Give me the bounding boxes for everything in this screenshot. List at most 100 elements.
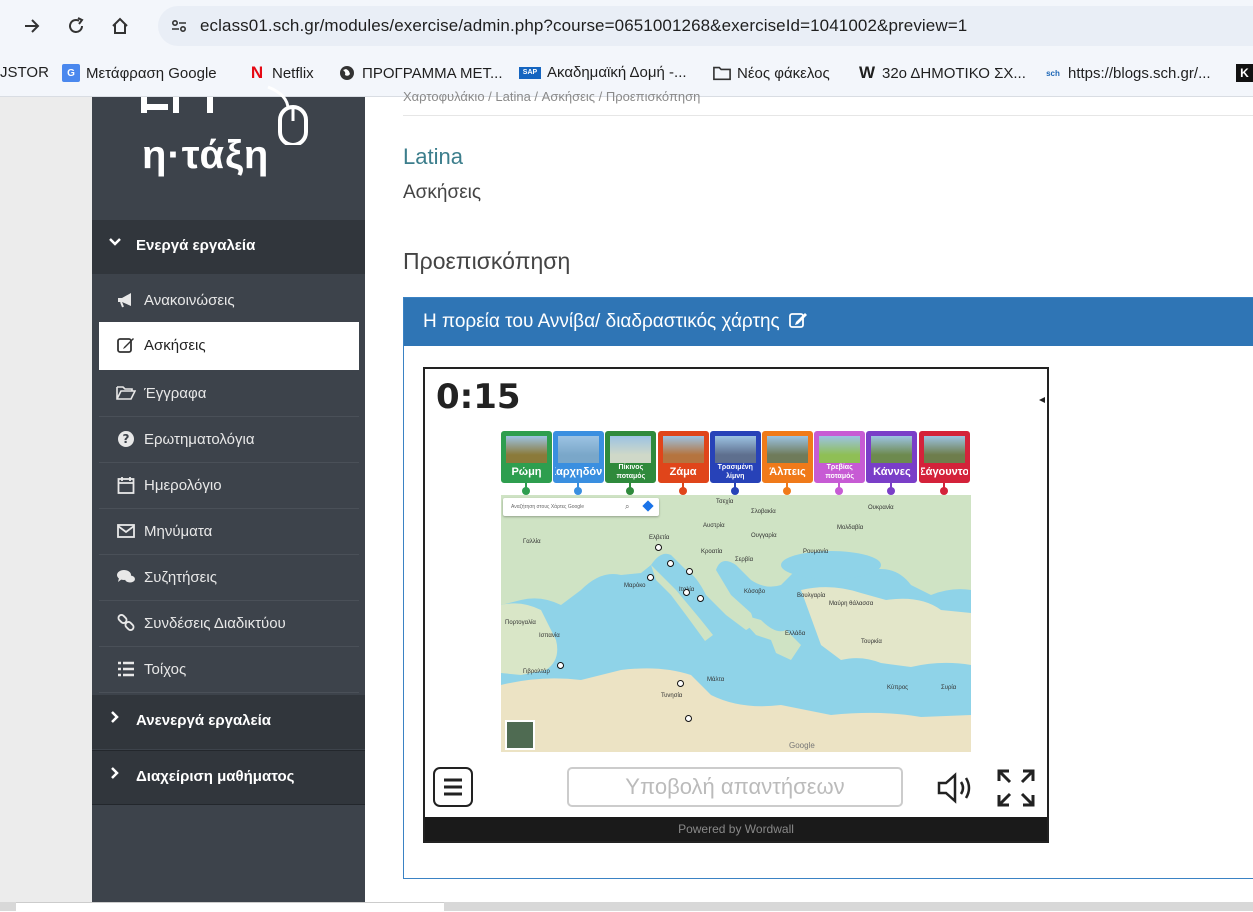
envelope-icon [116,521,136,541]
tile-pin-dot[interactable] [835,487,844,495]
sidebar-item-discussions[interactable]: Συζητήσεις [99,554,359,601]
tile-label: Κάννες [873,465,911,478]
chevron-right-icon [108,766,122,785]
map-label: Σλοβακία [751,509,776,515]
bookmark-label: Netflix [272,64,314,82]
submit-answers-button[interactable]: Υποβολή απαντήσεων [567,767,903,807]
sidebar-item-calendar[interactable]: Ημερολόγιο [99,462,359,509]
answer-tile[interactable]: Ρώμη [501,431,552,483]
answer-tile[interactable]: Καρχηδόνα [553,431,605,483]
calendar-icon [116,475,136,495]
bookmark-label: Νέος φάκελος [737,64,830,82]
map-search-placeholder: Αναζήτηση στους Χάρτες Google [511,504,584,510]
forward-icon[interactable] [18,12,46,40]
breadcrumb[interactable]: Χαρτοφυλάκιο / Latina / Ασκήσεις / Προεπ… [403,89,700,104]
tile-image [923,436,965,463]
scroll-indicator-icon [1039,397,1045,403]
tile-pin-dot[interactable] [939,487,948,495]
sidebar-item-label: Έγγραφα [144,385,207,402]
section-course-admin[interactable]: Διαχείριση μαθήματος [92,750,365,805]
bookmark-akadimaiki[interactable]: SAP Ακαδημαϊκή Δομή -... [519,64,687,81]
site-info-icon[interactable] [170,17,188,40]
bookmark-label: 32ο ΔΗΜΟΤΙΚΟ ΣΧ... [882,64,1026,82]
sidebar-item-wall[interactable]: Τοίχος [99,646,359,693]
bookmark-google-translate[interactable]: G Μετάφραση Google [62,64,217,82]
tile-image [767,436,808,463]
tile-label: Άλπεις [769,465,806,478]
sidebar-item-label: Τοίχος [144,661,187,678]
answer-tile[interactable]: Άλπεις [762,431,813,483]
edit-icon[interactable] [789,311,808,335]
sidebar-item-exercises[interactable]: Ασκήσεις [99,322,359,370]
map-land-icon [501,495,971,752]
sidebar-item-questionnaires[interactable]: ? Ερωτηματολόγια [99,416,359,463]
bookmark-programma[interactable]: ΠΡΟΓΡΑΜΜΑ ΜΕΤ... [338,64,503,82]
tile-pin-dot[interactable] [522,487,530,495]
tile-pin-dot[interactable] [574,487,583,495]
map-label: Γαλλία [523,539,541,545]
map-marker[interactable] [667,560,674,567]
map-marker[interactable] [647,574,654,581]
address-bar[interactable]: eclass01.sch.gr/modules/exercise/admin.p… [158,6,1253,46]
section-inactive-tools[interactable]: Ανενεργά εργαλεία [92,695,365,749]
bookmark-32o-dimotiko[interactable]: W 32ο ΔΗΜΟΤΙΚΟ ΣΧ... [858,63,1026,82]
map-marker[interactable] [686,568,693,575]
map-label: Σερβία [735,557,754,563]
w-icon: W [858,63,876,82]
map-search-input[interactable]: Αναζήτηση στους Χάρτες Google ⌕ [503,498,659,516]
map-label: Κύπρος [887,685,909,691]
map-marker[interactable] [557,662,564,669]
bookmark-neos-fakelos[interactable]: Νέος φάκελος [713,64,830,82]
sidebar-item-announcements[interactable]: Ανακοινώσεις [99,277,359,324]
answer-tile[interactable]: Σάγουντο [918,431,970,483]
satellite-toggle[interactable] [505,720,535,750]
answer-tile[interactable]: Κάννες [866,431,918,483]
map-marker[interactable] [697,595,704,602]
answer-tile[interactable]: Τρεβίας ποταμός [814,431,866,483]
answer-tile[interactable]: Τρασιμένη λίμνη [709,431,761,483]
tile-pin-dot[interactable] [783,487,791,495]
map-label: Τουρκία [861,639,882,645]
sidebar-item-links[interactable]: Συνδέσεις Διαδικτύου [99,600,359,647]
answer-tile[interactable]: Πίκινος ποταμός [605,431,657,483]
fullscreen-icon [997,769,1035,807]
bookmark-jstor[interactable]: JSTOR [0,64,49,81]
map-label: Μαύρη θάλασσα [829,601,874,607]
section-label: Διαχείριση μαθήματος [136,768,295,785]
answer-tile[interactable]: Ζάμα [657,431,709,483]
bookmark-blogs-sch[interactable]: sch https://blogs.sch.gr/... [1044,64,1210,82]
menu-button[interactable] [433,767,473,807]
logo-text: η·τάξη [142,133,270,177]
tile-image [610,436,652,463]
sidebar-item-messages[interactable]: Μηνύματα [99,508,359,555]
tile-pin-dot[interactable] [730,487,739,495]
tile-pin-dot[interactable] [626,487,635,495]
svg-text:?: ? [123,432,130,446]
course-title[interactable]: Latina [403,144,463,170]
directions-icon [642,500,654,512]
home-icon[interactable] [106,12,134,40]
map-marker[interactable] [655,544,662,551]
wordwall-activity[interactable]: 0:15 Ρώμη Καρχηδόνα Πίκινος ποταμός Ζάμα Τρα… [423,367,1049,843]
powered-by[interactable]: Powered by Wordwall [425,817,1047,841]
logo[interactable]: η·τάξη [92,85,365,220]
bookmark-netflix[interactable]: N Netflix [248,63,314,82]
bookmark-k[interactable]: K [1236,64,1253,82]
map-marker[interactable] [683,589,690,596]
reload-icon[interactable] [62,12,90,40]
fullscreen-button[interactable] [997,769,1035,807]
sidebar-item-label: Ανακοινώσεις [144,292,235,309]
tile-pin-dot[interactable] [678,487,687,495]
sidebar-item-label: Συζητήσεις [144,569,217,586]
section-active-tools[interactable]: Ενεργά εργαλεία [92,220,365,274]
tile-image [662,436,704,463]
folder-icon [713,64,731,82]
map-image[interactable]: Αναζήτηση στους Χάρτες Google ⌕ Τσεχία Σλ… [501,495,971,752]
sidebar-item-documents[interactable]: Έγγραφα [99,370,359,417]
map-marker[interactable] [677,680,684,687]
map-marker[interactable] [685,715,692,722]
sound-button[interactable] [937,771,975,805]
tile-pin-dot[interactable] [887,487,896,495]
link-icon [116,613,136,633]
edit-icon [116,335,136,355]
